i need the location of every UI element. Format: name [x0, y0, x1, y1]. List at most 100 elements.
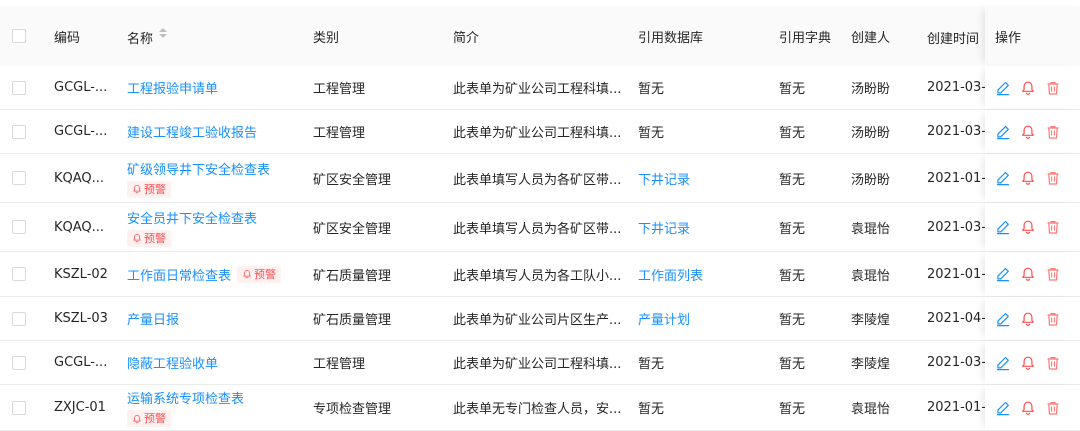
category-cell: 专项检查管理 — [313, 402, 392, 417]
name-cell: 隐蔽工程验收单 — [127, 341, 297, 384]
name-cell: 运输系统专项检查表预警 — [127, 385, 297, 430]
bell-icon[interactable] — [1020, 219, 1036, 235]
select-all-cell[interactable] — [12, 6, 32, 66]
intro-cell: 此表单无专门检查人员，安... — [453, 402, 622, 417]
ref-db-cell[interactable]: 工作面列表 — [638, 252, 748, 296]
creator-cell: 袁琨怡 — [851, 268, 891, 284]
trash-icon[interactable] — [1045, 266, 1061, 282]
header-ref-dict: 引用字典 — [779, 30, 832, 46]
ops-cell — [985, 341, 1080, 384]
trash-icon[interactable] — [1045, 124, 1061, 140]
row-select-cell[interactable] — [12, 297, 32, 340]
bell-icon[interactable] — [1020, 355, 1036, 371]
row-checkbox[interactable] — [12, 267, 26, 281]
trash-icon[interactable] — [1045, 80, 1061, 96]
bell-icon[interactable] — [1020, 124, 1036, 140]
bell-icon[interactable] — [1020, 80, 1036, 96]
edit-icon[interactable] — [995, 219, 1011, 235]
form-name-link[interactable]: 运输系统专项检查表 — [127, 388, 244, 407]
edit-icon[interactable] — [995, 355, 1011, 371]
ops-cell — [985, 66, 1080, 109]
row-select-cell[interactable] — [12, 110, 32, 153]
table-row: GCGL-... 工程报验申请单 工程管理 此表单为矿业公司工程科填... 暂无 暂无 汤盼… — [0, 66, 1080, 110]
edit-icon[interactable] — [995, 311, 1011, 327]
creator-cell: 李陵煌 — [851, 357, 891, 372]
ref-db-cell: 暂无 — [638, 357, 665, 372]
ref-db-cell[interactable]: 下井记录 — [638, 154, 748, 202]
header-name-label: 名称 — [127, 32, 154, 47]
creator-cell: 袁琨怡 — [851, 402, 891, 417]
code-cell: KSZL-03 — [54, 311, 108, 326]
name-cell: 工作面日常检查表 预警 — [127, 252, 297, 296]
row-checkbox[interactable] — [12, 355, 26, 370]
table-row: GCGL-... 隐蔽工程验收单 工程管理 此表单为矿业公司工程科填... 暂无 暂无 李陵… — [0, 341, 1080, 385]
bell-icon[interactable] — [1020, 170, 1036, 186]
category-cell: 工程管理 — [313, 82, 366, 97]
edit-icon[interactable] — [995, 400, 1011, 416]
creator-cell: 汤盼盼 — [851, 126, 891, 141]
row-select-cell[interactable] — [12, 385, 32, 430]
ref-dict-cell: 暂无 — [779, 402, 806, 417]
form-name-link[interactable]: 工作面日常检查表 — [127, 265, 231, 284]
bell-icon[interactable] — [1020, 400, 1036, 416]
trash-icon[interactable] — [1045, 170, 1061, 186]
created-time-cell: 2021-03-2 — [927, 124, 985, 139]
row-select-cell[interactable] — [12, 252, 32, 296]
row-select-cell[interactable] — [12, 341, 32, 384]
warning-tag: 预警 — [127, 410, 171, 427]
warning-tag: 预警 — [237, 265, 282, 283]
bell-icon — [132, 184, 142, 194]
category-cell: 矿石质量管理 — [313, 313, 392, 328]
row-checkbox[interactable] — [12, 80, 26, 95]
form-name-link[interactable]: 建设工程竣工验收报告 — [127, 122, 257, 141]
edit-icon[interactable] — [995, 124, 1011, 140]
creator-cell: 袁琨怡 — [851, 221, 891, 237]
row-checkbox[interactable] — [12, 124, 26, 139]
edit-icon[interactable] — [995, 266, 1011, 282]
header-name[interactable]: 名称 — [127, 6, 297, 66]
row-checkbox[interactable] — [12, 311, 26, 326]
row-select-cell[interactable] — [12, 203, 32, 251]
header-created-time: 创建时间 — [927, 32, 980, 47]
row-checkbox[interactable] — [12, 400, 26, 415]
header-ref-db: 引用数据库 — [638, 30, 704, 46]
ref-db-cell[interactable]: 产量计划 — [638, 297, 748, 340]
row-select-cell[interactable] — [12, 154, 32, 202]
row-select-cell[interactable] — [12, 66, 32, 109]
form-name-link[interactable]: 工程报验申请单 — [127, 78, 218, 97]
sort-caret-icon[interactable] — [159, 28, 168, 38]
created-time-cell: 2021-01-2 — [927, 266, 985, 282]
trash-icon[interactable] — [1045, 355, 1061, 371]
warning-label: 预警 — [144, 182, 166, 196]
form-name-link[interactable]: 矿级领导井下安全检查表 — [127, 159, 270, 178]
category-cell: 矿区安全管理 — [313, 221, 392, 237]
name-cell: 建设工程竣工验收报告 — [127, 110, 297, 153]
bell-icon[interactable] — [1020, 266, 1036, 282]
creator-cell: 汤盼盼 — [851, 172, 891, 188]
form-name-link[interactable]: 产量日报 — [127, 309, 179, 328]
ref-db-cell[interactable]: 下井记录 — [638, 203, 748, 251]
warning-label: 预警 — [254, 267, 277, 281]
ops-cell — [985, 385, 1080, 430]
select-all-checkbox[interactable] — [12, 29, 26, 43]
bell-icon[interactable] — [1020, 311, 1036, 327]
created-time-cell: 2021-03-2 — [927, 80, 985, 95]
warning-label: 预警 — [144, 412, 166, 425]
bell-icon — [132, 233, 142, 243]
form-name-link[interactable]: 隐蔽工程验收单 — [127, 353, 218, 372]
row-checkbox[interactable] — [12, 171, 26, 185]
ref-dict-cell: 暂无 — [779, 268, 806, 284]
code-cell: GCGL-... — [54, 80, 108, 95]
ref-dict-cell: 暂无 — [779, 126, 806, 141]
trash-icon[interactable] — [1045, 400, 1061, 416]
ops-cell — [985, 252, 1080, 296]
header-ops: 操作 — [985, 6, 1080, 66]
created-time-cell: 2021-01-2 — [927, 170, 985, 186]
row-checkbox[interactable] — [12, 220, 26, 234]
ops-cell — [985, 154, 1080, 202]
trash-icon[interactable] — [1045, 219, 1061, 235]
edit-icon[interactable] — [995, 170, 1011, 186]
trash-icon[interactable] — [1045, 311, 1061, 327]
edit-icon[interactable] — [995, 80, 1011, 96]
form-name-link[interactable]: 安全员井下安全检查表 — [127, 208, 257, 227]
